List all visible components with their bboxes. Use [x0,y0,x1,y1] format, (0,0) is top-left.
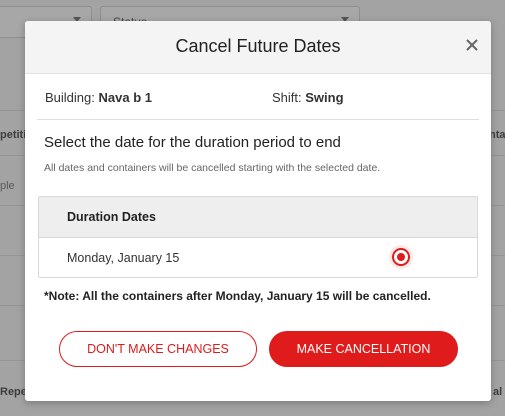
building-info: Building: Nava b 1 [45,90,152,105]
shift-info: Shift: Swing [272,90,344,105]
background-partial-cell: ple [0,180,15,192]
divider [37,119,479,120]
table-row[interactable]: Monday, January 15 [39,238,477,277]
modal-title: Cancel Future Dates [175,36,341,56]
modal-header: Cancel Future Dates [25,21,491,74]
background-partial-header-right: nta [489,129,505,141]
table-cell-date: Monday, January 15 [67,251,180,265]
date-radio-selected[interactable] [392,248,410,266]
shift-value: Swing [305,90,344,105]
building-value: Nava b 1 [98,90,152,105]
building-label: Building: [45,90,95,105]
table-header: Duration Dates [39,197,477,238]
dont-make-changes-button[interactable]: DON'T MAKE CHANGES [59,331,257,367]
prompt-text: Select the date for the duration period … [44,134,341,151]
cancellation-note: *Note: All the containers after Monday, … [44,289,431,303]
table-header-duration-dates: Duration Dates [67,210,156,224]
make-cancellation-button[interactable]: MAKE CANCELLATION [269,331,458,367]
background-partial-footer-right: al [493,386,503,398]
radio-dot [397,253,405,261]
duration-dates-table: Duration Dates Monday, January 15 [38,196,478,278]
prompt-subtext: All dates and containers will be cancell… [44,162,381,174]
shift-label: Shift: [272,90,302,105]
close-icon[interactable] [465,38,479,52]
cancel-future-dates-modal: Cancel Future Dates Building: Nava b 1 S… [25,21,491,401]
